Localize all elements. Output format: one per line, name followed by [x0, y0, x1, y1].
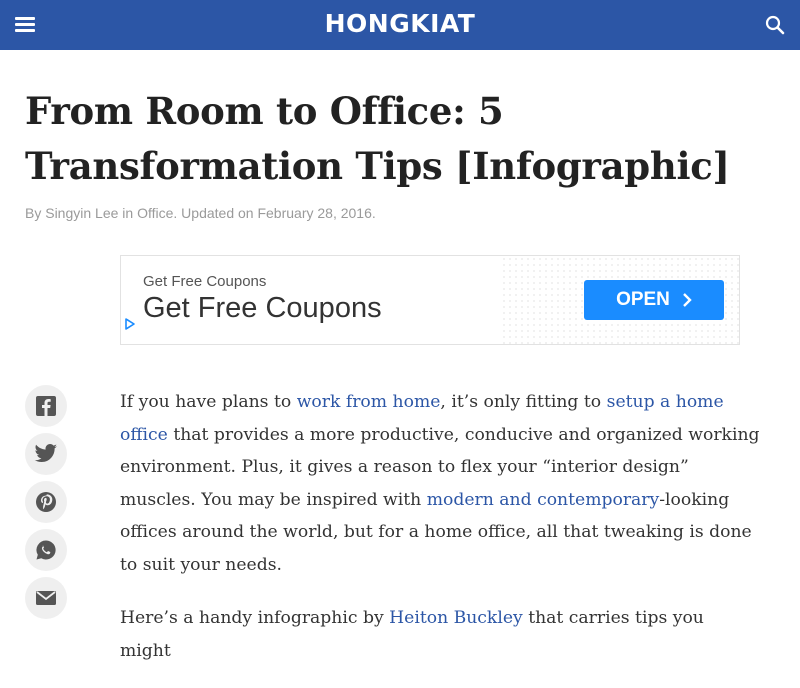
paragraph-text: If you have plans to — [120, 392, 297, 412]
search-icon[interactable] — [764, 14, 786, 36]
advertisement-banner[interactable]: Get Free Coupons Get Free Coupons OPEN — [120, 255, 740, 345]
work-from-home-link[interactable]: work from home — [297, 392, 441, 412]
author-link[interactable]: Singyin Lee — [45, 205, 118, 221]
pinterest-icon[interactable] — [25, 481, 67, 523]
ad-open-label: OPEN — [616, 289, 670, 310]
top-navigation-bar: HONGKIAT — [0, 0, 800, 50]
heiton-buckley-link[interactable]: Heiton Buckley — [389, 608, 523, 628]
twitter-icon[interactable] — [25, 433, 67, 475]
site-logo[interactable]: HONGKIAT — [0, 9, 800, 38]
modern-contemporary-link[interactable]: modern and contemporary — [427, 490, 660, 510]
paragraph-text: , it’s only fitting to — [440, 392, 607, 412]
ad-headline-large[interactable]: Get Free Coupons — [143, 292, 382, 325]
paragraph-text: Here’s a handy infographic by — [120, 608, 390, 628]
article-paragraph: Here’s a handy infographic by Heiton Buc… — [120, 602, 760, 667]
chevron-right-icon — [683, 293, 692, 307]
article-title: From Room to Office: 5 Transformation Ti… — [25, 89, 730, 188]
category-link[interactable]: Office — [137, 205, 173, 221]
ad-headline-small: Get Free Coupons — [143, 273, 267, 290]
meta-in: in — [118, 205, 138, 221]
meta-updated: . Updated on February 28, 2016. — [173, 205, 376, 221]
whatsapp-icon[interactable] — [25, 529, 67, 571]
ad-open-button[interactable]: OPEN — [584, 280, 724, 320]
article-body: If you have plans to work from home, it’… — [120, 386, 760, 688]
meta-by: By — [25, 205, 46, 221]
article-paragraph: If you have plans to work from home, it’… — [120, 386, 760, 581]
facebook-icon[interactable] — [25, 385, 67, 427]
email-icon[interactable] — [25, 577, 67, 619]
article-meta: By Singyin Lee in Office. Updated on Feb… — [25, 205, 376, 221]
adchoices-icon[interactable] — [124, 315, 136, 330]
